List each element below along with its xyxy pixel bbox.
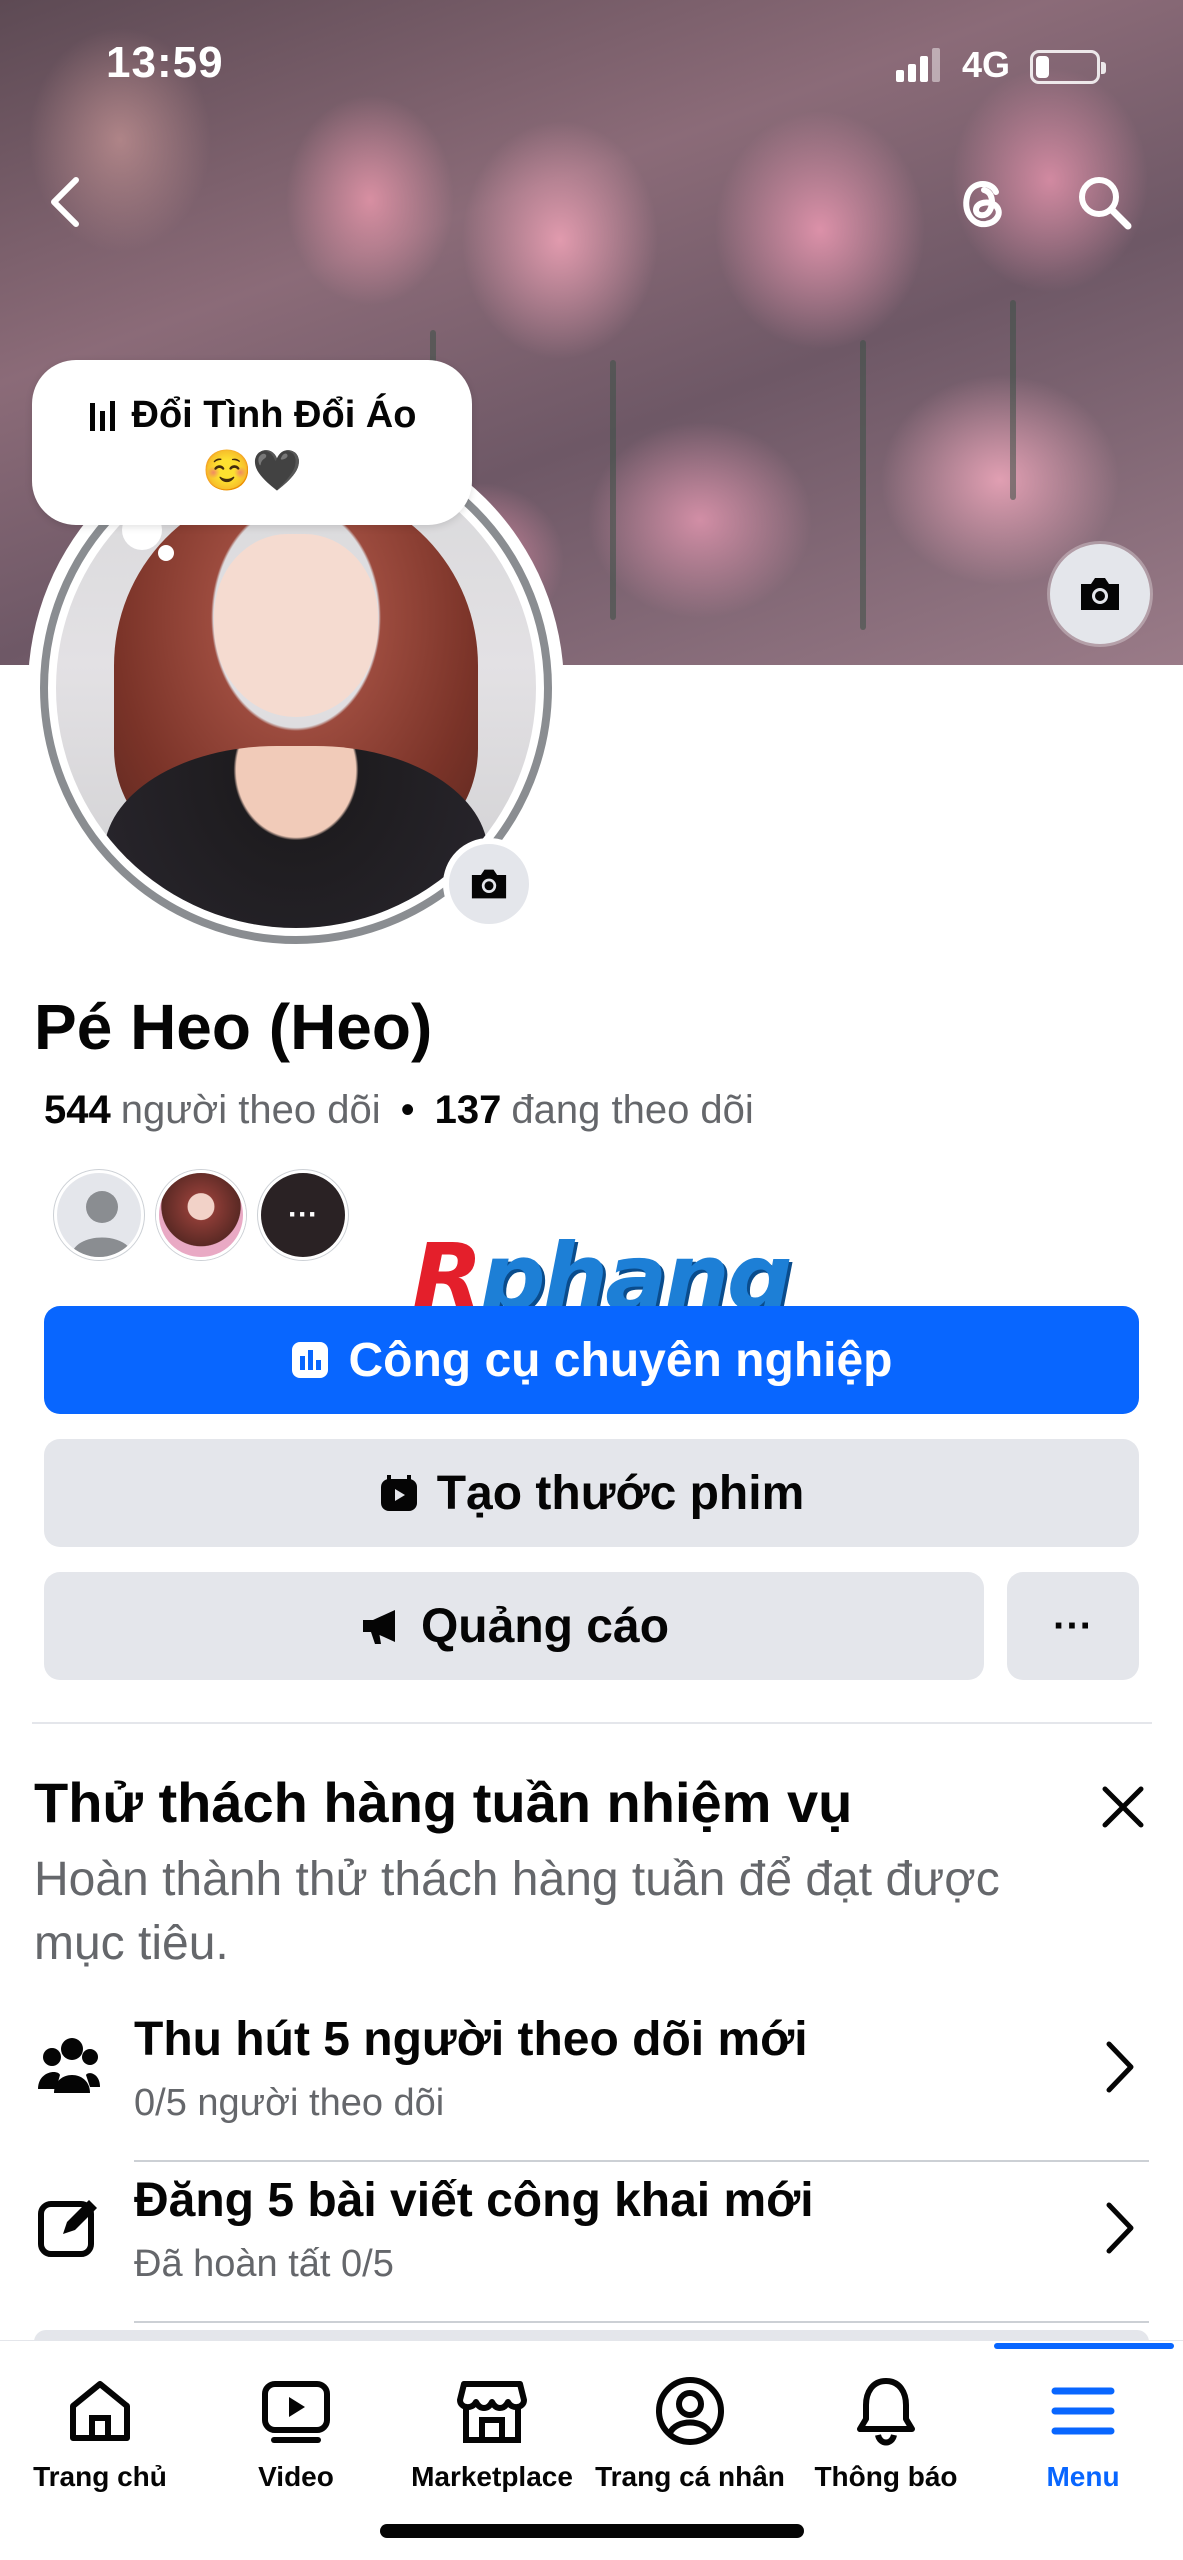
close-icon bbox=[1102, 1786, 1144, 1828]
cover-decoration bbox=[1010, 300, 1016, 500]
tab-label: Trang chủ bbox=[33, 2461, 167, 2492]
note-emoji: ☺️🖤 bbox=[202, 449, 302, 493]
tab-video[interactable]: Video bbox=[196, 2371, 396, 2511]
follower-avatar[interactable] bbox=[156, 1170, 246, 1260]
professional-tools-label: Công cụ chuyên nghiệp bbox=[348, 1333, 893, 1387]
search-icon bbox=[1079, 177, 1132, 230]
tab-notifications[interactable]: Thông báo bbox=[786, 2371, 986, 2511]
task-progress: 0/5 người theo dõi bbox=[134, 2082, 445, 2124]
create-reel-label: Tạo thước phim bbox=[436, 1466, 805, 1520]
following-count: 137 bbox=[434, 1088, 502, 1132]
menu-icon bbox=[983, 2371, 1183, 2451]
challenge-title: Thử thách hàng tuần nhiệm vụ bbox=[34, 1771, 853, 1834]
chart-bars-icon bbox=[292, 1342, 329, 1378]
avatar-shirt bbox=[104, 745, 488, 928]
ads-button[interactable]: Quảng cáo bbox=[44, 1572, 984, 1680]
task-progress: Đã hoàn tất 0/5 bbox=[134, 2243, 394, 2285]
tab-label: Menu bbox=[1046, 2461, 1120, 2492]
stats-separator: • bbox=[400, 1088, 415, 1132]
followers-count: 544 bbox=[44, 1088, 111, 1132]
people-icon bbox=[34, 2030, 104, 2100]
chevron-left-icon bbox=[51, 177, 79, 227]
battery-level bbox=[1036, 56, 1049, 78]
more-followers-avatar[interactable]: ··· bbox=[258, 1170, 348, 1260]
back-button[interactable] bbox=[26, 162, 106, 242]
tab-profile[interactable]: Trang cá nhân bbox=[590, 2371, 790, 2511]
challenge-description: Hoàn thành thử thách hàng tuần để đạt đư… bbox=[34, 1853, 1000, 1970]
task-title: Thu hút 5 người theo dõi mới bbox=[134, 2013, 808, 2066]
battery-icon bbox=[1030, 50, 1106, 84]
create-reel-button[interactable]: Tạo thước phim bbox=[44, 1439, 1139, 1547]
following-label: đang theo dõi bbox=[511, 1088, 754, 1132]
profile-note[interactable]: Đổi Tình Đổi Áo ☺️🖤 bbox=[32, 360, 472, 525]
task-separator bbox=[134, 2160, 1149, 2162]
more-followers-label: ··· bbox=[288, 1198, 318, 1231]
threads-button[interactable] bbox=[944, 162, 1024, 242]
tab-home[interactable]: Trang chủ bbox=[0, 2371, 200, 2511]
professional-tools-button[interactable]: Công cụ chuyên nghiệp bbox=[44, 1306, 1139, 1414]
search-button[interactable] bbox=[1064, 162, 1144, 242]
avatar-face bbox=[214, 534, 378, 717]
camera-icon bbox=[1081, 578, 1119, 610]
video-icon bbox=[196, 2371, 396, 2451]
ads-label: Quảng cáo bbox=[420, 1599, 670, 1653]
signal-icon bbox=[896, 46, 940, 82]
megaphone-icon bbox=[362, 1610, 395, 1644]
status-bar: 13:59 4G bbox=[0, 0, 1183, 130]
chevron-right-icon bbox=[1090, 2193, 1150, 2263]
bell-icon bbox=[786, 2371, 986, 2451]
tab-label: Marketplace bbox=[411, 2461, 573, 2492]
task-separator bbox=[134, 2321, 1149, 2323]
tab-label: Trang cá nhân bbox=[595, 2461, 785, 2492]
edit-icon bbox=[34, 2191, 104, 2261]
marketplace-icon bbox=[392, 2371, 592, 2451]
note-text: Đổi Tình Đổi Áo bbox=[131, 394, 417, 436]
status-time: 13:59 bbox=[106, 38, 224, 87]
task-title: Đăng 5 bài viết công khai mới bbox=[134, 2174, 814, 2227]
home-icon bbox=[0, 2371, 200, 2451]
edit-cover-button[interactable] bbox=[1050, 544, 1150, 644]
followers-label: người theo dõi bbox=[120, 1088, 381, 1132]
threads-icon bbox=[963, 181, 1002, 228]
default-avatar-icon[interactable] bbox=[54, 1170, 144, 1260]
active-tab-indicator bbox=[994, 2343, 1174, 2349]
close-button[interactable] bbox=[1088, 1772, 1158, 1842]
follower-avatars[interactable]: ··· bbox=[54, 1170, 348, 1260]
camera-icon bbox=[471, 869, 507, 899]
more-icon: ··· bbox=[1053, 1603, 1093, 1648]
profile-name: Pé Heo (Heo) bbox=[34, 991, 433, 1063]
note-tail bbox=[158, 545, 174, 561]
section-divider bbox=[32, 1722, 1152, 1724]
follow-stats[interactable]: 544 người theo dõi • 137 đang theo dõi bbox=[44, 1088, 754, 1133]
challenge-task[interactable]: Thu hút 5 người theo dõi mới 0/5 người t… bbox=[0, 2002, 1183, 2162]
tab-menu[interactable]: Menu bbox=[983, 2371, 1183, 2511]
edit-avatar-button[interactable] bbox=[443, 838, 535, 930]
music-bars-icon bbox=[89, 400, 115, 431]
tab-label: Video bbox=[258, 2461, 334, 2492]
profile-icon bbox=[590, 2371, 790, 2451]
challenge-task[interactable]: Đăng 5 bài viết công khai mới Đã hoàn tấ… bbox=[0, 2163, 1183, 2323]
cover-decoration bbox=[610, 360, 616, 620]
chevron-right-icon bbox=[1090, 2032, 1150, 2102]
tab-label: Thông báo bbox=[814, 2461, 958, 2492]
cover-decoration bbox=[860, 340, 866, 630]
more-options-button[interactable]: ··· bbox=[1007, 1572, 1139, 1680]
network-type: 4G bbox=[962, 44, 1011, 85]
reel-icon bbox=[380, 1475, 417, 1511]
tab-marketplace[interactable]: Marketplace bbox=[392, 2371, 592, 2511]
home-indicator[interactable] bbox=[380, 2524, 804, 2538]
